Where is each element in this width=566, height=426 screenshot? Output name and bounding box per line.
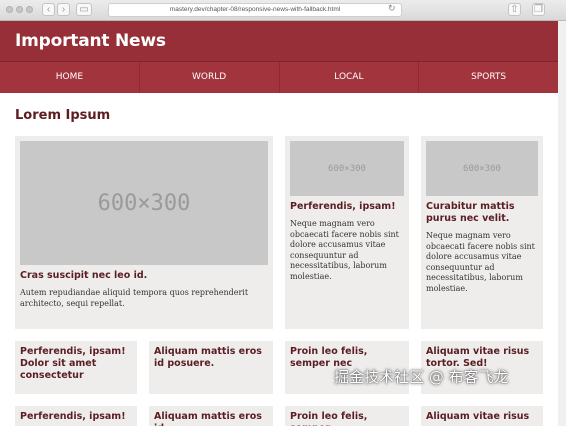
card-title[interactable]: Aliquam vitae risus: [426, 411, 538, 423]
page-scrollbar[interactable]: [558, 21, 566, 426]
watermark: 掘金技术社区 @ 布客飞龙: [334, 368, 509, 386]
featured-card-2[interactable]: 600×300 Perferendis, ipsam! Neque magnam…: [285, 136, 409, 329]
card-text: Neque magnam vero obcaecati facere nobis…: [290, 219, 399, 281]
placeholder-image: 600×300: [20, 141, 268, 265]
sidebar-toggle-button[interactable]: ▭: [76, 3, 92, 16]
section-title: Lorem Ipsum: [15, 108, 111, 123]
card-title[interactable]: Proin leo felis, semper: [290, 411, 404, 426]
forward-button[interactable]: ›: [57, 3, 70, 16]
site-title: Important News: [15, 31, 166, 51]
news-card[interactable]: Perferendis, ipsam!: [15, 406, 137, 426]
chevron-right-icon: ›: [61, 4, 66, 15]
card-title[interactable]: Curabitur mattis purus nec velit.: [426, 201, 538, 225]
nav-item-local[interactable]: LOCAL: [280, 62, 420, 93]
tabs-button[interactable]: ❐: [532, 3, 545, 16]
chevron-left-icon: ‹: [46, 4, 51, 15]
card-title[interactable]: Aliquam mattis eros id: [154, 411, 268, 426]
window-close-button[interactable]: [6, 6, 13, 13]
placeholder-image: 600×300: [426, 141, 538, 196]
news-card[interactable]: Perferendis, ipsam! Dolor sit amet conse…: [15, 341, 137, 394]
card-title[interactable]: Perferendis, ipsam!: [20, 411, 132, 423]
nav-item-sports[interactable]: SPORTS: [419, 62, 558, 93]
news-card[interactable]: Aliquam mattis eros id: [149, 406, 273, 426]
window-zoom-button[interactable]: [26, 6, 33, 13]
card-title[interactable]: Aliquam mattis eros id posuere.: [154, 346, 268, 370]
sidebar-icon: ▭: [79, 4, 89, 15]
news-card[interactable]: Aliquam mattis eros id posuere.: [149, 341, 273, 394]
tabs-icon: ❐: [534, 4, 543, 15]
card-title[interactable]: Cras suscipit nec leo id.: [20, 270, 268, 282]
card-text: Autem repudiandae aliquid tempora quos r…: [20, 288, 249, 308]
back-button[interactable]: ‹: [42, 3, 55, 16]
window-minimize-button[interactable]: [16, 6, 23, 13]
news-card[interactable]: Proin leo felis, semper: [285, 406, 409, 426]
site-header: Important News: [0, 21, 558, 61]
featured-card-1[interactable]: 600×300 Cras suscipit nec leo id. Autem …: [15, 136, 273, 329]
share-button[interactable]: ⇧: [508, 3, 521, 16]
card-title[interactable]: Perferendis, ipsam! Dolor sit amet conse…: [20, 346, 132, 382]
nav-item-world[interactable]: WORLD: [140, 62, 280, 93]
nav-item-home[interactable]: HOME: [0, 62, 140, 93]
browser-toolbar: ‹ › ▭ mastery.dev/chapter-08/responsive-…: [0, 0, 566, 21]
featured-card-3[interactable]: 600×300 Curabitur mattis purus nec velit…: [421, 136, 543, 329]
card-text: Neque magnam vero obcaecati facere nobis…: [426, 231, 535, 293]
share-icon: ⇧: [510, 4, 519, 15]
url-text: mastery.dev/chapter-08/responsive-news-w…: [169, 6, 341, 13]
news-card[interactable]: Aliquam vitae risus: [421, 406, 543, 426]
address-bar[interactable]: mastery.dev/chapter-08/responsive-news-w…: [108, 3, 402, 17]
reload-icon[interactable]: ↻: [388, 3, 396, 14]
placeholder-image: 600×300: [290, 141, 404, 196]
card-title[interactable]: Perferendis, ipsam!: [290, 201, 404, 213]
main-nav: HOME WORLD LOCAL SPORTS: [0, 61, 558, 93]
